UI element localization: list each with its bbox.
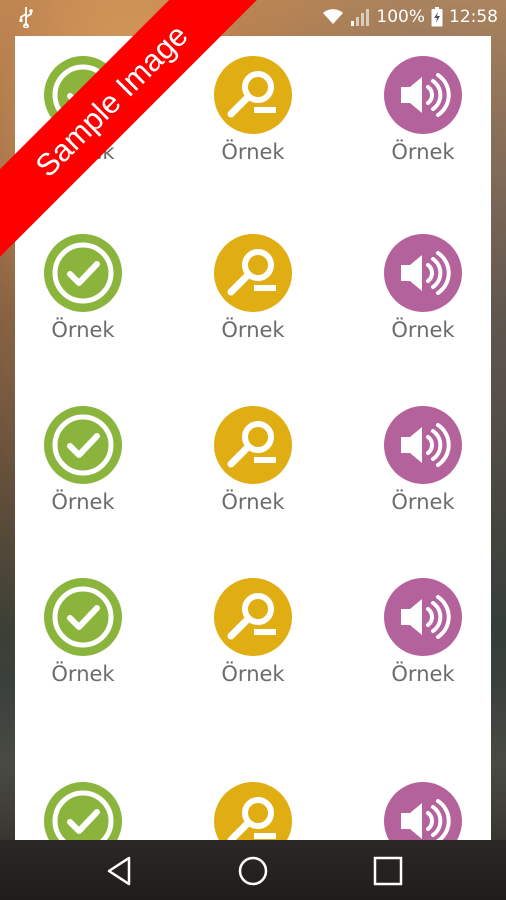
grid-item[interactable]: Örnek <box>193 406 313 514</box>
grid-item[interactable] <box>363 782 483 840</box>
speaker-volume-icon[interactable] <box>384 406 462 484</box>
usb-icon <box>19 7 33 28</box>
speaker-volume-icon[interactable] <box>384 234 462 312</box>
grid-item-label: Örnek <box>391 490 455 514</box>
navigation-bar <box>0 840 506 900</box>
grid-item[interactable]: Örnek <box>23 56 143 164</box>
grid-item[interactable]: Örnek <box>193 234 313 342</box>
grid-item-label: Örnek <box>221 140 285 164</box>
signal-icon <box>351 9 370 26</box>
search-zoom-out-icon[interactable] <box>214 782 292 840</box>
grid-item-label: Örnek <box>51 140 115 164</box>
search-zoom-out-icon[interactable] <box>214 56 292 134</box>
grid-item[interactable]: Örnek <box>193 56 313 164</box>
grid-item[interactable] <box>23 782 143 840</box>
wifi-icon <box>323 9 344 24</box>
grid-item[interactable]: Örnek <box>23 234 143 342</box>
home-icon[interactable] <box>236 854 270 888</box>
grid-item-label: Örnek <box>391 140 455 164</box>
speaker-volume-icon[interactable] <box>384 578 462 656</box>
status-bar: 100% 12:58 <box>0 0 506 36</box>
speaker-volume-icon[interactable] <box>384 782 462 840</box>
grid-item[interactable]: Örnek <box>363 406 483 514</box>
clock: 12:58 <box>449 7 498 27</box>
grid-item-label: Örnek <box>221 318 285 342</box>
grid-item[interactable]: Örnek <box>23 578 143 686</box>
battery-charging-icon <box>431 7 443 27</box>
grid-item-label: Örnek <box>221 490 285 514</box>
grid-item[interactable]: Örnek <box>363 578 483 686</box>
grid-item[interactable]: Örnek <box>363 56 483 164</box>
search-zoom-out-icon[interactable] <box>214 234 292 312</box>
grid-item-label: Örnek <box>51 490 115 514</box>
grid-item[interactable]: Örnek <box>23 406 143 514</box>
check-circle-icon[interactable] <box>44 234 122 312</box>
check-circle-icon[interactable] <box>44 578 122 656</box>
battery-percent: 100% <box>376 7 425 27</box>
back-icon[interactable] <box>103 854 137 888</box>
check-circle-icon[interactable] <box>44 56 122 134</box>
check-circle-icon[interactable] <box>44 406 122 484</box>
check-circle-icon[interactable] <box>44 782 122 840</box>
search-zoom-out-icon[interactable] <box>214 578 292 656</box>
speaker-volume-icon[interactable] <box>384 56 462 134</box>
search-zoom-out-icon[interactable] <box>214 406 292 484</box>
icon-grid-panel: Örnek Örnek Örnek Örnek Örnek Örnek Örnek Örnek… <box>15 36 491 840</box>
recent-apps-icon[interactable] <box>371 854 405 888</box>
grid-item-label: Örnek <box>51 318 115 342</box>
grid-item[interactable]: Örnek <box>193 578 313 686</box>
grid-item-label: Örnek <box>391 662 455 686</box>
grid-item-label: Örnek <box>391 318 455 342</box>
grid-item[interactable]: Örnek <box>363 234 483 342</box>
grid-item-label: Örnek <box>51 662 115 686</box>
grid-item[interactable] <box>193 782 313 840</box>
grid-item-label: Örnek <box>221 662 285 686</box>
